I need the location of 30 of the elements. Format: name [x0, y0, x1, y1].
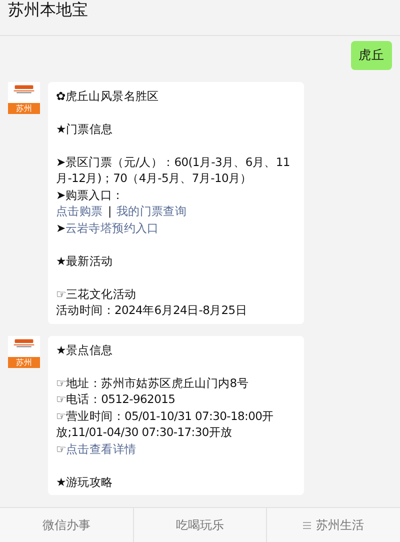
message-text: ☞	[56, 442, 66, 456]
chat-title: 苏州本地宝	[8, 0, 88, 21]
message-text: 虎丘	[358, 47, 384, 62]
message-text: ✿虎丘山风景名胜区	[56, 88, 159, 102]
message-text: ➤	[56, 220, 66, 234]
account-avatar[interactable]: 苏州	[8, 82, 40, 114]
message-link[interactable]: 点击购票	[56, 204, 103, 218]
message-link[interactable]: 云岩寺塔预约入口	[65, 220, 159, 234]
menu-tab[interactable]: 苏州生活	[267, 508, 400, 542]
message-text: ☞地址：苏州市姑苏区虎丘山门内8号	[56, 376, 249, 390]
avatar-label: 苏州	[8, 356, 40, 368]
logo-icon	[12, 84, 36, 94]
menu-tab[interactable]: 吃喝玩乐	[134, 508, 268, 542]
message-text: ➤景区门票（元/人）：60(1月-3月、6月、11月-12月)；70（4月-5月、7月-10月）	[56, 154, 290, 185]
account-avatar[interactable]: 苏州	[8, 336, 40, 368]
avatar-label: 苏州	[8, 102, 40, 114]
message-text: ➤购票入口：	[56, 188, 124, 202]
message-link[interactable]: 我的门票查询	[116, 204, 187, 218]
message-text: ★最新活动	[56, 254, 113, 268]
logo-icon	[12, 338, 36, 348]
menu-tab[interactable]: 微信办事	[0, 508, 134, 542]
message-text: ★游玩攻略	[56, 474, 113, 488]
message-text: 活动时间：2024年6月24日-8月25日	[56, 303, 248, 317]
message-text: ☞营业时间：05/01-10/31 07:30-18:00开放;11/01-04/30 07:30-17:30开放	[56, 408, 274, 439]
message-text: |	[108, 204, 112, 218]
message-link[interactable]: 点击查看详情	[66, 442, 136, 456]
message-text: ★景点信息	[56, 342, 113, 356]
message-text: ☞电话：0512-962015	[56, 392, 176, 406]
message-text: ★门票信息	[56, 122, 113, 136]
message-text: ☞三花文化活动	[56, 286, 136, 300]
